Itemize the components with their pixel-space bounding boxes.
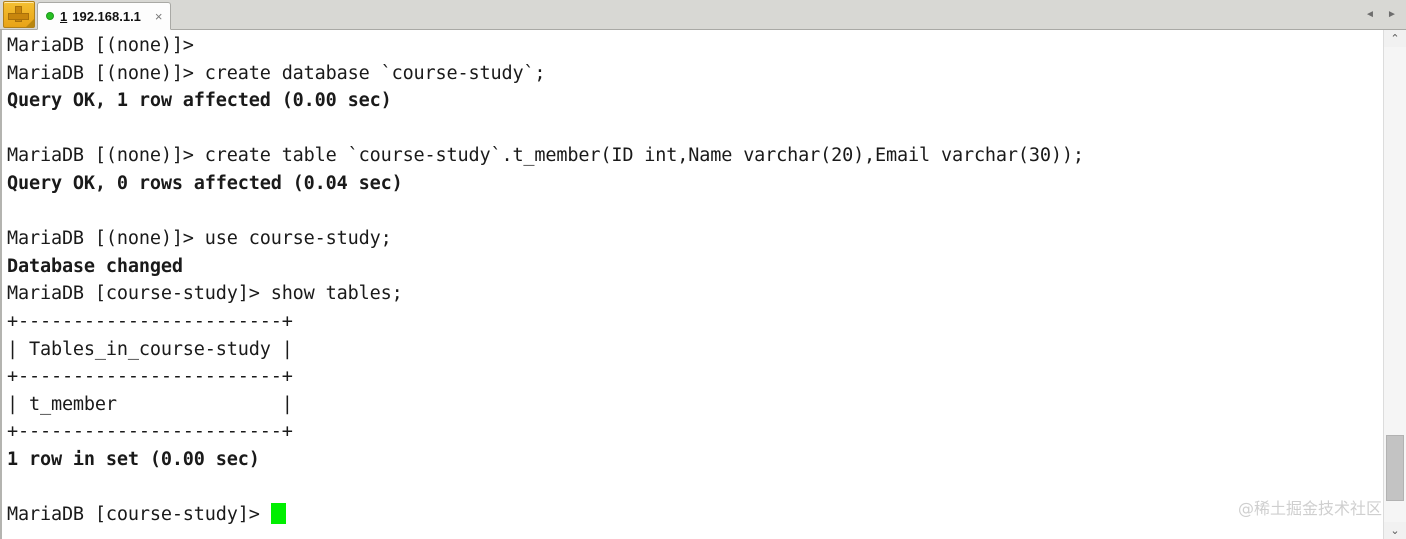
scroll-up-icon[interactable]: ⌃ [1384, 30, 1406, 47]
tab-scroll-left-icon[interactable]: ◄ [1359, 4, 1381, 26]
terminal-output-pane[interactable]: MariaDB [(none)]> MariaDB [(none)]> creat… [0, 30, 1406, 539]
terminal-line: MariaDB [(none)]> create table `course-s… [7, 145, 1084, 167]
terminal-line: MariaDB [course-study]> show tables; [7, 283, 403, 305]
terminal-line: Query OK, 0 rows affected (0.04 sec) [7, 172, 403, 194]
terminal-line: +------------------------+ [7, 421, 293, 443]
terminal-line: MariaDB [(none)]> [7, 35, 194, 56]
scroll-down-icon[interactable]: ⌄ [1384, 522, 1406, 539]
scrollbar-thumb[interactable] [1386, 435, 1404, 501]
terminal-line: 1 row in set (0.00 sec) [7, 448, 260, 470]
terminal-line: +------------------------+ [7, 310, 293, 332]
vertical-scrollbar[interactable]: ⌃ ⌄ [1383, 30, 1406, 539]
tab-bar: 1 192.168.1.1 × ◄ ► [0, 0, 1406, 30]
scrollbar-track[interactable] [1384, 47, 1406, 522]
terminal-window: 1 192.168.1.1 × ◄ ► MariaDB [(none)]> Mar… [0, 0, 1406, 539]
terminal-line: Database changed [7, 255, 183, 277]
watermark: @稀土掘金技术社区 [1237, 499, 1382, 518]
terminal-line: MariaDB [(none)]> create database `cours… [7, 62, 546, 84]
terminal-cursor [270, 503, 286, 525]
terminal-text: MariaDB [(none)]> MariaDB [(none)]> creat… [7, 32, 1084, 529]
terminal-line: Query OK, 1 row affected (0.00 sec) [7, 90, 392, 112]
corner-fold-icon [26, 19, 34, 27]
tab-title-label: 192.168.1.1 [72, 8, 141, 24]
tab-navigation-controls: ◄ ► [1359, 1, 1403, 29]
terminal-line: | Tables_in_course-study | [7, 338, 293, 360]
tab-scroll-right-icon[interactable]: ► [1381, 4, 1403, 26]
terminal-line: +------------------------+ [7, 366, 293, 388]
connection-status-dot [46, 12, 54, 20]
close-icon[interactable]: × [153, 10, 165, 23]
tab-192-168-1-1[interactable]: 1 192.168.1.1 × [37, 2, 171, 30]
new-tab-button[interactable] [3, 1, 35, 28]
terminal-line: MariaDB [(none)]> use course-study; [7, 228, 392, 250]
tab-index-label: 1 [60, 8, 68, 24]
terminal-line: MariaDB [course-study]> [7, 501, 1084, 529]
terminal-line: | t_member | [7, 393, 293, 415]
